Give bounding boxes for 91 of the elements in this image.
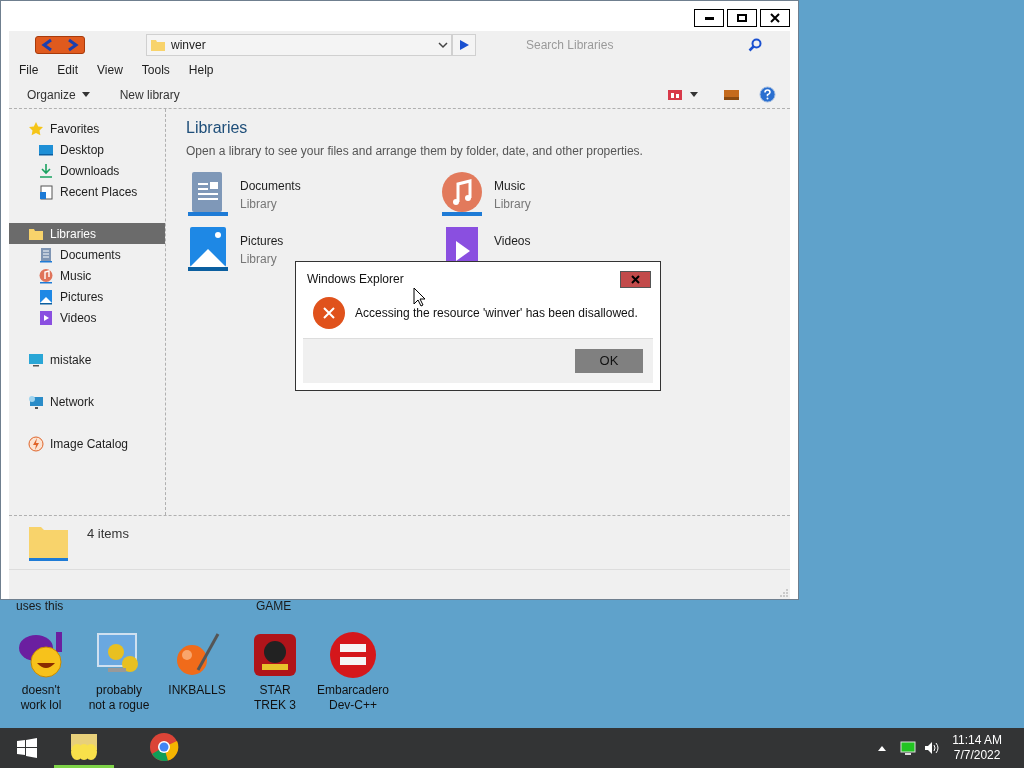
clock-time: 11:14 AM — [952, 733, 1002, 748]
star-icon — [28, 120, 44, 137]
speaker-icon[interactable] — [924, 741, 941, 755]
toolbar-button[interactable]: Organize — [27, 85, 90, 104]
library-name: Pictures — [240, 233, 284, 250]
sidebar-item[interactable]: Music — [9, 265, 165, 286]
minimize-button[interactable] — [694, 9, 724, 27]
caret-up-icon[interactable] — [878, 745, 887, 751]
item-count: 4 items — [87, 525, 129, 543]
folder-icon[interactable] — [68, 731, 100, 762]
document-icon — [38, 246, 54, 263]
close-button[interactable] — [620, 270, 651, 288]
toolbar-button[interactable]: New library — [119, 85, 180, 104]
download-icon — [38, 162, 54, 179]
sidebar-item[interactable]: Recent Places — [9, 181, 165, 202]
sidebar-item[interactable]: mistake — [9, 349, 165, 370]
maximize-button[interactable] — [727, 9, 757, 27]
sidebar-item[interactable]: Desktop — [9, 139, 165, 160]
folder-icon — [28, 524, 69, 561]
windows-logo-icon[interactable] — [17, 738, 37, 758]
library-name: Videos — [494, 233, 531, 250]
recent-places-icon — [38, 183, 54, 200]
help-icon[interactable] — [759, 86, 776, 103]
library-name: Music — [494, 178, 527, 195]
caret-icon — [81, 92, 90, 97]
menu-item[interactable]: View — [97, 61, 123, 79]
play-icon — [459, 40, 469, 50]
desktop-shortcut[interactable]: STAR TREK 3 — [236, 630, 314, 728]
ok-button[interactable]: OK — [575, 349, 643, 373]
desktop-shortcut[interactable]: Embarcadero Dev-C++ — [314, 630, 392, 728]
resize-grip-icon[interactable] — [780, 589, 788, 597]
menu-item[interactable]: Edit — [57, 61, 79, 79]
document-icon — [186, 172, 230, 216]
shortcut-label: INKBALLS — [167, 683, 227, 698]
sidebar-item[interactable]: Pictures — [9, 286, 165, 307]
library-item[interactable]: Pictures Library — [186, 227, 440, 271]
library-subtitle: Library — [494, 196, 531, 213]
monitor-icon — [28, 351, 44, 368]
sidebar-item[interactable]: Image Catalog — [9, 433, 165, 454]
music-icon — [440, 172, 484, 216]
dialog-title: Windows Explorer — [307, 271, 404, 288]
sidebar-item[interactable]: Libraries — [9, 223, 165, 244]
search-icon[interactable] — [748, 38, 762, 52]
desktop-shortcut[interactable]: probably not a rogue — [80, 630, 158, 728]
library-item[interactable]: Music Library — [440, 172, 640, 216]
dropdown-caret-icon[interactable] — [438, 41, 448, 49]
menu-item[interactable]: File — [19, 61, 39, 79]
page-description: Open a library to see your files and arrange them by folder, date, and other properties. — [186, 143, 644, 160]
pictures-icon — [186, 227, 230, 271]
folder-icon — [150, 37, 166, 53]
sidebar-item[interactable]: Videos — [9, 307, 165, 328]
desktop-shortcut[interactable]: doesn't work lol — [2, 630, 80, 728]
mouse-cursor-icon — [413, 287, 426, 307]
sidebar-item[interactable]: Documents — [9, 244, 165, 265]
library-subtitle: Library — [240, 251, 278, 268]
close-icon — [631, 274, 640, 284]
shortcut-label: doesn't work lol — [19, 683, 63, 713]
view-options-icon[interactable] — [667, 88, 683, 101]
sidebar-item[interactable]: Favorites — [9, 118, 165, 139]
desktop-shortcut[interactable]: INKBALLS — [158, 630, 236, 728]
close-icon — [770, 13, 780, 23]
browser-icon[interactable] — [149, 731, 179, 762]
menu-item[interactable]: Help — [188, 61, 214, 79]
shortcut-label: probably not a rogue — [87, 683, 151, 713]
desktop-icon-label: uses this — [16, 600, 64, 612]
library-name: Documents — [240, 178, 301, 195]
clock-date: 7/7/2022 — [953, 748, 1001, 763]
desktop-icon-label: GAME — [256, 600, 292, 612]
library-subtitle: Library — [240, 196, 278, 213]
address-text: winver — [171, 37, 207, 54]
pictures-icon — [38, 288, 54, 305]
video-icon — [38, 309, 54, 326]
network-icon — [28, 393, 44, 410]
lightning-icon — [28, 435, 44, 452]
library-item[interactable]: Documents Library — [186, 172, 440, 216]
monitor-icon[interactable] — [900, 741, 917, 755]
preview-pane-icon[interactable] — [723, 88, 740, 101]
music-icon — [38, 267, 54, 284]
address-bar[interactable]: winver — [146, 34, 452, 56]
go-button[interactable] — [452, 34, 476, 56]
error-icon — [313, 297, 345, 329]
page-title: Libraries — [186, 118, 249, 138]
sidebar-item[interactable]: Downloads — [9, 160, 165, 181]
close-button[interactable] — [760, 9, 790, 27]
sidebar-item[interactable]: Network — [9, 391, 165, 412]
shortcut-label: Embarcadero Dev-C++ — [316, 683, 391, 713]
shortcut-label: STAR TREK 3 — [253, 683, 297, 713]
menu-item[interactable]: Tools — [141, 61, 170, 79]
caret-icon[interactable] — [690, 92, 698, 97]
dialog-message: Accessing the resource 'winver' has been disallowed. — [355, 305, 638, 322]
search-field[interactable]: Search Libraries — [526, 34, 746, 56]
